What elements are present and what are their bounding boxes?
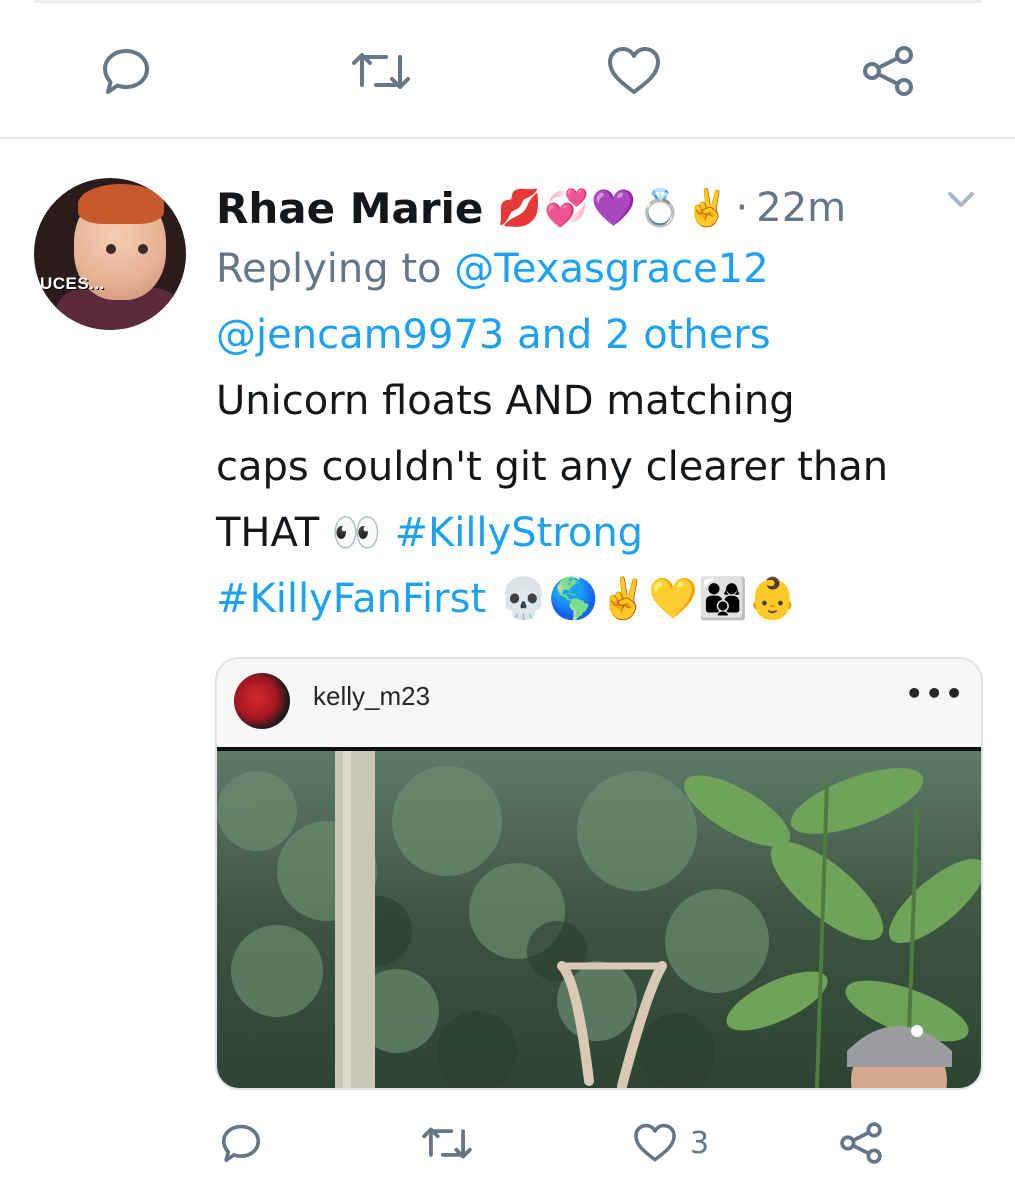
- more-options-icon[interactable]: •••: [905, 677, 965, 710]
- replying-to: Replying to @Texasgrace12: [216, 236, 986, 302]
- replying-prefix: Replying to: [216, 246, 442, 292]
- share-button[interactable]: [838, 1120, 884, 1166]
- retweet-button[interactable]: [420, 1121, 474, 1165]
- tweet-text: Unicorn floats AND matching caps couldn'…: [216, 368, 986, 632]
- tweet-text-line: caps couldn't git any clearer than: [216, 444, 889, 490]
- replying-to-more: @jencam9973 and 2 others: [216, 302, 986, 368]
- previous-tweet-actions: [0, 40, 1015, 102]
- reply-button[interactable]: [98, 43, 154, 99]
- retweet-icon: [350, 45, 412, 97]
- embedded-post[interactable]: kelly_m23 •••: [215, 657, 983, 1090]
- hashtag-link[interactable]: #KillyStrong: [394, 510, 643, 556]
- retweet-button[interactable]: [350, 45, 412, 97]
- trailing-emojis: 💀🌎✌️💛👨‍👩‍👦👶: [498, 576, 798, 622]
- reply-button[interactable]: [218, 1120, 264, 1166]
- top-border: [34, 0, 981, 3]
- name-emojis: 💋💞💜💍✌️: [497, 188, 732, 229]
- hashtag-link[interactable]: #KillyFanFirst: [216, 576, 486, 622]
- embedded-username[interactable]: kelly_m23: [313, 681, 430, 712]
- like-button[interactable]: [605, 44, 663, 98]
- tweet-text-segment: THAT 👀: [216, 510, 382, 556]
- tweet-divider: [0, 137, 1015, 139]
- share-button[interactable]: [860, 43, 916, 99]
- others-link[interactable]: and 2 others: [517, 312, 771, 358]
- like-button[interactable]: 3: [632, 1121, 709, 1165]
- mention-link[interactable]: @Texasgrace12: [454, 246, 768, 292]
- display-name[interactable]: Rhae Marie: [216, 184, 483, 233]
- chevron-down-icon: [946, 192, 976, 214]
- separator-dot: ·: [735, 185, 749, 231]
- embedded-post-header: kelly_m23 •••: [217, 659, 981, 751]
- embedded-photo[interactable]: [217, 751, 981, 1088]
- like-count: 3: [690, 1125, 710, 1161]
- embedded-avatar[interactable]: [234, 673, 290, 729]
- mention-link[interactable]: @jencam9973: [216, 312, 504, 358]
- share-icon: [838, 1120, 884, 1166]
- tweet: Rhae Marie 💋💞💜💍✌️ · 22m Replying to @Tex…: [216, 180, 986, 632]
- avatar[interactable]: UCES...: [34, 178, 186, 330]
- timestamp[interactable]: 22m: [756, 185, 846, 231]
- tweet-text-line: Unicorn floats AND matching: [216, 378, 795, 424]
- avatar-caption: UCES...: [40, 274, 105, 293]
- heart-icon: [632, 1121, 678, 1165]
- heart-icon: [605, 44, 663, 98]
- reply-icon: [218, 1120, 264, 1166]
- tweet-text-line: THAT 👀 #KillyStrong: [216, 500, 986, 566]
- tweet-actions: 3: [0, 1112, 1015, 1174]
- share-icon: [860, 43, 916, 99]
- retweet-icon: [420, 1121, 474, 1165]
- reply-icon: [98, 43, 154, 99]
- tweet-menu-button[interactable]: [946, 190, 976, 214]
- tweet-text-line: #KillyFanFirst 💀🌎✌️💛👨‍👩‍👦👶: [216, 566, 986, 632]
- tweet-header: Rhae Marie 💋💞💜💍✌️ · 22m: [216, 180, 986, 236]
